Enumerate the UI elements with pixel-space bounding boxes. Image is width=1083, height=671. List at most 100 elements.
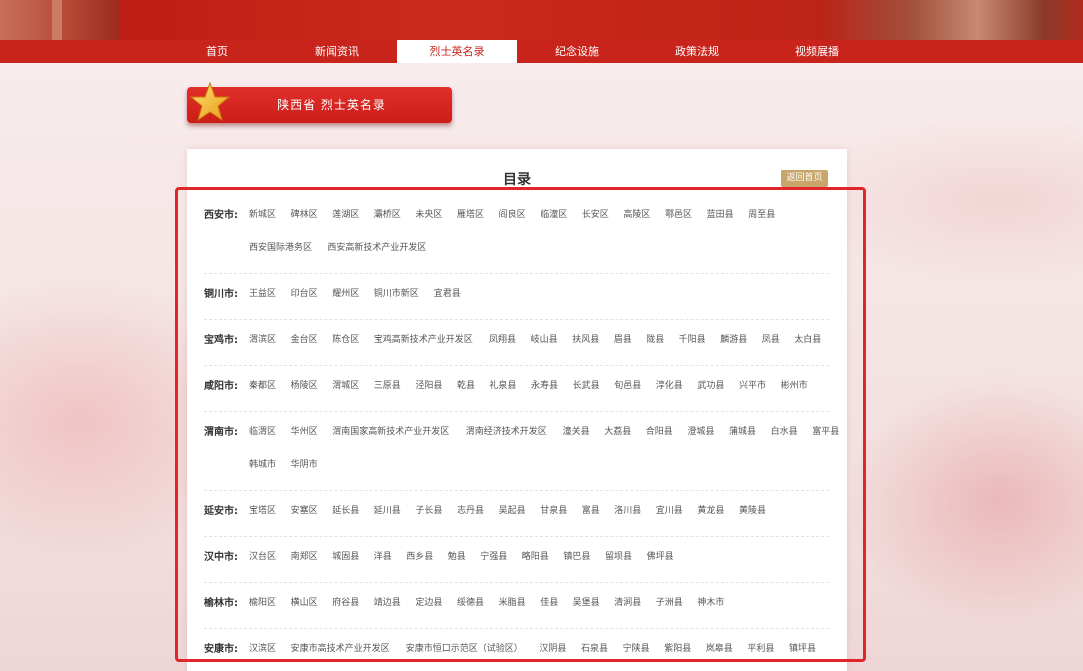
district-link[interactable]: 雁塔区 <box>457 207 484 220</box>
back-home-button[interactable]: 返回首页 <box>781 170 828 187</box>
district-link[interactable]: 华州区 <box>291 424 318 437</box>
district-link[interactable]: 略阳县 <box>522 549 549 562</box>
district-link[interactable]: 莲湖区 <box>332 207 359 220</box>
district-link[interactable]: 渭南经济技术开发区 <box>466 424 547 437</box>
district-link[interactable]: 子洲县 <box>656 595 683 608</box>
district-link[interactable]: 蒲城县 <box>729 424 756 437</box>
district-link[interactable]: 三原县 <box>374 378 401 391</box>
district-link[interactable]: 礼泉县 <box>489 378 516 391</box>
district-link[interactable]: 洛川县 <box>614 503 641 516</box>
district-link[interactable]: 汉台区 <box>249 549 276 562</box>
district-link[interactable]: 金台区 <box>291 332 318 345</box>
district-link[interactable]: 定边县 <box>415 595 442 608</box>
district-link[interactable]: 南郑区 <box>291 549 318 562</box>
district-link[interactable]: 兴平市 <box>739 378 766 391</box>
district-link[interactable]: 凤翔县 <box>489 332 516 345</box>
district-link[interactable]: 铜川市新区 <box>374 286 419 299</box>
district-link[interactable]: 延长县 <box>332 503 359 516</box>
district-link[interactable]: 城固县 <box>332 549 359 562</box>
district-link[interactable]: 碑林区 <box>291 207 318 220</box>
district-link[interactable]: 临潼区 <box>540 207 567 220</box>
district-link[interactable]: 宜君县 <box>434 286 461 299</box>
district-link[interactable]: 佛坪县 <box>647 549 674 562</box>
district-link[interactable]: 延川县 <box>374 503 401 516</box>
district-link[interactable]: 乾县 <box>457 378 475 391</box>
district-link[interactable]: 石泉县 <box>581 641 608 654</box>
district-link[interactable]: 紫阳县 <box>664 641 691 654</box>
district-link[interactable]: 旬邑县 <box>614 378 641 391</box>
district-link[interactable]: 镇坪县 <box>789 641 816 654</box>
district-link[interactable]: 绥德县 <box>457 595 484 608</box>
district-link[interactable]: 汉滨区 <box>249 641 276 654</box>
district-link[interactable]: 扶风县 <box>572 332 599 345</box>
district-link[interactable]: 永寿县 <box>531 378 558 391</box>
district-link[interactable]: 临渭区 <box>249 424 276 437</box>
district-link[interactable]: 宝塔区 <box>249 503 276 516</box>
district-link[interactable]: 勉县 <box>448 549 466 562</box>
district-link[interactable]: 凤县 <box>762 332 780 345</box>
nav-item-memorials[interactable]: 纪念设施 <box>517 40 637 63</box>
district-link[interactable]: 镇巴县 <box>563 549 590 562</box>
district-link[interactable]: 岚皋县 <box>706 641 733 654</box>
district-link[interactable]: 太白县 <box>794 332 821 345</box>
district-link[interactable]: 大荔县 <box>604 424 631 437</box>
district-link[interactable]: 吴堡县 <box>573 595 600 608</box>
district-link[interactable]: 眉县 <box>614 332 632 345</box>
nav-item-policies[interactable]: 政策法规 <box>637 40 757 63</box>
district-link[interactable]: 淳化县 <box>656 378 683 391</box>
district-link[interactable]: 韩城市 <box>249 457 276 470</box>
district-link[interactable]: 华阴市 <box>291 457 318 470</box>
district-link[interactable]: 长安区 <box>582 207 609 220</box>
district-link[interactable]: 秦都区 <box>249 378 276 391</box>
district-link[interactable]: 长武县 <box>573 378 600 391</box>
district-link[interactable]: 西安高新技术产业开发区 <box>327 240 426 253</box>
district-link[interactable]: 高陵区 <box>623 207 650 220</box>
nav-item-news[interactable]: 新闻资讯 <box>277 40 397 63</box>
district-link[interactable]: 佳县 <box>540 595 558 608</box>
district-link[interactable]: 耀州区 <box>332 286 359 299</box>
district-link[interactable]: 靖边县 <box>374 595 401 608</box>
district-link[interactable]: 宁陕县 <box>623 641 650 654</box>
district-link[interactable]: 留坝县 <box>605 549 632 562</box>
district-link[interactable]: 富平县 <box>812 424 839 437</box>
district-link[interactable]: 王益区 <box>249 286 276 299</box>
district-link[interactable]: 鄠邑区 <box>665 207 692 220</box>
district-link[interactable]: 清涧县 <box>614 595 641 608</box>
district-link[interactable]: 灞桥区 <box>374 207 401 220</box>
district-link[interactable]: 宝鸡高新技术产业开发区 <box>374 332 473 345</box>
district-link[interactable]: 彬州市 <box>781 378 808 391</box>
district-link[interactable]: 麟游县 <box>720 332 747 345</box>
district-link[interactable]: 武功县 <box>697 378 724 391</box>
district-link[interactable]: 渭滨区 <box>249 332 276 345</box>
district-link[interactable]: 安康市恒口示范区（试验区） <box>406 641 523 654</box>
district-link[interactable]: 洋县 <box>374 549 392 562</box>
district-link[interactable]: 周至县 <box>748 207 775 220</box>
district-link[interactable]: 宜川县 <box>656 503 683 516</box>
district-link[interactable]: 渭城区 <box>332 378 359 391</box>
district-link[interactable]: 黄龙县 <box>697 503 724 516</box>
district-link[interactable]: 阎良区 <box>499 207 526 220</box>
district-link[interactable]: 新城区 <box>249 207 276 220</box>
district-link[interactable]: 子长县 <box>415 503 442 516</box>
district-link[interactable]: 印台区 <box>291 286 318 299</box>
district-link[interactable]: 神木市 <box>697 595 724 608</box>
district-link[interactable]: 西安国际港务区 <box>249 240 312 253</box>
district-link[interactable]: 白水县 <box>771 424 798 437</box>
district-link[interactable]: 宁强县 <box>480 549 507 562</box>
district-link[interactable]: 未央区 <box>415 207 442 220</box>
district-link[interactable]: 安塞区 <box>291 503 318 516</box>
district-link[interactable]: 泾阳县 <box>415 378 442 391</box>
district-link[interactable]: 汉阴县 <box>539 641 566 654</box>
district-link[interactable]: 吴起县 <box>499 503 526 516</box>
district-link[interactable]: 杨陵区 <box>291 378 318 391</box>
district-link[interactable]: 安康市高技术产业开发区 <box>291 641 390 654</box>
district-link[interactable]: 潼关县 <box>563 424 590 437</box>
district-link[interactable]: 陇县 <box>646 332 664 345</box>
district-link[interactable]: 甘泉县 <box>540 503 567 516</box>
district-link[interactable]: 富县 <box>582 503 600 516</box>
district-link[interactable]: 澄城县 <box>687 424 714 437</box>
district-link[interactable]: 志丹县 <box>457 503 484 516</box>
district-link[interactable]: 榆阳区 <box>249 595 276 608</box>
district-link[interactable]: 平利县 <box>747 641 774 654</box>
district-link[interactable]: 千阳县 <box>679 332 706 345</box>
